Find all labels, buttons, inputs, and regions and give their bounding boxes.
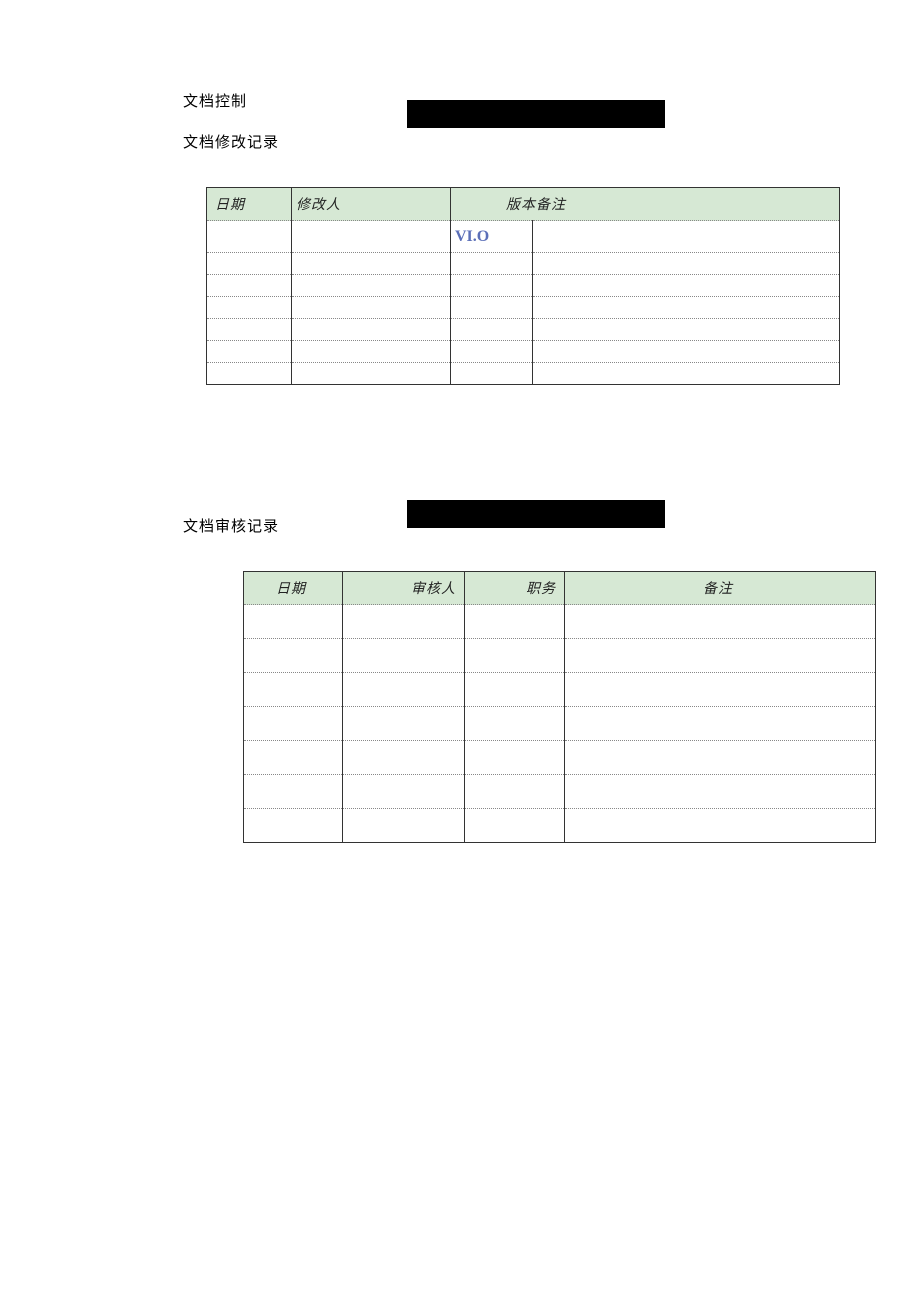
table-row: [207, 341, 840, 363]
mod-cell-modifier: [292, 341, 451, 363]
rev-cell-date: [244, 741, 343, 775]
rev-cell-date: [244, 809, 343, 843]
mod-header-version-remark: 版本备注: [451, 188, 840, 221]
mod-cell-modifier: [292, 363, 451, 385]
rev-cell-remark: [565, 639, 876, 673]
mod-cell-version: [451, 319, 533, 341]
redaction-bar-1: [407, 100, 665, 128]
mod-cell-remark: [533, 319, 840, 341]
mod-cell-version: VI.O: [451, 221, 533, 253]
rev-cell-position: [465, 775, 565, 809]
mod-cell-version: [451, 297, 533, 319]
table-row: [207, 253, 840, 275]
rev-cell-date: [244, 673, 343, 707]
table-row: [244, 639, 876, 673]
mod-cell-date: [207, 319, 292, 341]
table-row: [244, 775, 876, 809]
mod-cell-remark: [533, 253, 840, 275]
review-table-wrapper: 日期 审核人 职务 备注: [206, 571, 920, 843]
rev-cell-remark: [565, 741, 876, 775]
mod-cell-modifier: [292, 319, 451, 341]
rev-cell-date: [244, 775, 343, 809]
rev-cell-reviewer: [343, 775, 465, 809]
mod-cell-modifier: [292, 275, 451, 297]
table-row: [244, 707, 876, 741]
modification-table-wrapper: 日期 修改人 版本备注 VI.O: [206, 187, 920, 385]
modification-table: 日期 修改人 版本备注 VI.O: [206, 187, 840, 385]
rev-header-reviewer: 审核人: [343, 572, 465, 605]
rev-cell-reviewer: [343, 605, 465, 639]
rev-cell-date: [244, 639, 343, 673]
mod-cell-modifier: [292, 253, 451, 275]
table-row: VI.O: [207, 221, 840, 253]
review-table: 日期 审核人 职务 备注: [243, 571, 876, 843]
mod-cell-date: [207, 275, 292, 297]
rev-header-remark: 备注: [565, 572, 876, 605]
mod-cell-remark: [533, 221, 840, 253]
mod-cell-version: [451, 341, 533, 363]
rev-header-date: 日期: [244, 572, 343, 605]
rev-cell-remark: [565, 673, 876, 707]
rev-cell-position: [465, 707, 565, 741]
mod-cell-date: [207, 221, 292, 253]
mod-cell-date: [207, 297, 292, 319]
rev-cell-reviewer: [343, 707, 465, 741]
mod-cell-date: [207, 341, 292, 363]
rev-cell-reviewer: [343, 741, 465, 775]
table-row: [207, 275, 840, 297]
rev-cell-reviewer: [343, 673, 465, 707]
table-row: [207, 319, 840, 341]
mod-cell-version: [451, 253, 533, 275]
mod-cell-version: [451, 363, 533, 385]
heading-doc-mod-record: 文档修改记录: [183, 131, 920, 152]
mod-header-date: 日期: [207, 188, 292, 221]
table-row: [207, 363, 840, 385]
rev-cell-remark: [565, 809, 876, 843]
mod-cell-remark: [533, 275, 840, 297]
rev-cell-reviewer: [343, 639, 465, 673]
mod-cell-date: [207, 363, 292, 385]
table-row: [244, 741, 876, 775]
rev-cell-reviewer: [343, 809, 465, 843]
table-row: [207, 297, 840, 319]
mod-cell-version: [451, 275, 533, 297]
mod-cell-modifier: [292, 297, 451, 319]
rev-cell-date: [244, 605, 343, 639]
rev-cell-position: [465, 809, 565, 843]
redaction-bar-2: [407, 500, 665, 528]
rev-cell-position: [465, 605, 565, 639]
mod-cell-remark: [533, 363, 840, 385]
rev-cell-date: [244, 707, 343, 741]
mod-cell-remark: [533, 297, 840, 319]
mod-cell-remark: [533, 341, 840, 363]
rev-cell-remark: [565, 605, 876, 639]
rev-cell-position: [465, 673, 565, 707]
rev-cell-remark: [565, 775, 876, 809]
rev-cell-position: [465, 741, 565, 775]
mod-cell-modifier: [292, 221, 451, 253]
rev-header-position: 职务: [465, 572, 565, 605]
rev-cell-remark: [565, 707, 876, 741]
table-row: [244, 673, 876, 707]
mod-header-modifier: 修改人: [292, 188, 451, 221]
table-row: [244, 605, 876, 639]
table-row: [244, 809, 876, 843]
rev-cell-position: [465, 639, 565, 673]
mod-cell-date: [207, 253, 292, 275]
